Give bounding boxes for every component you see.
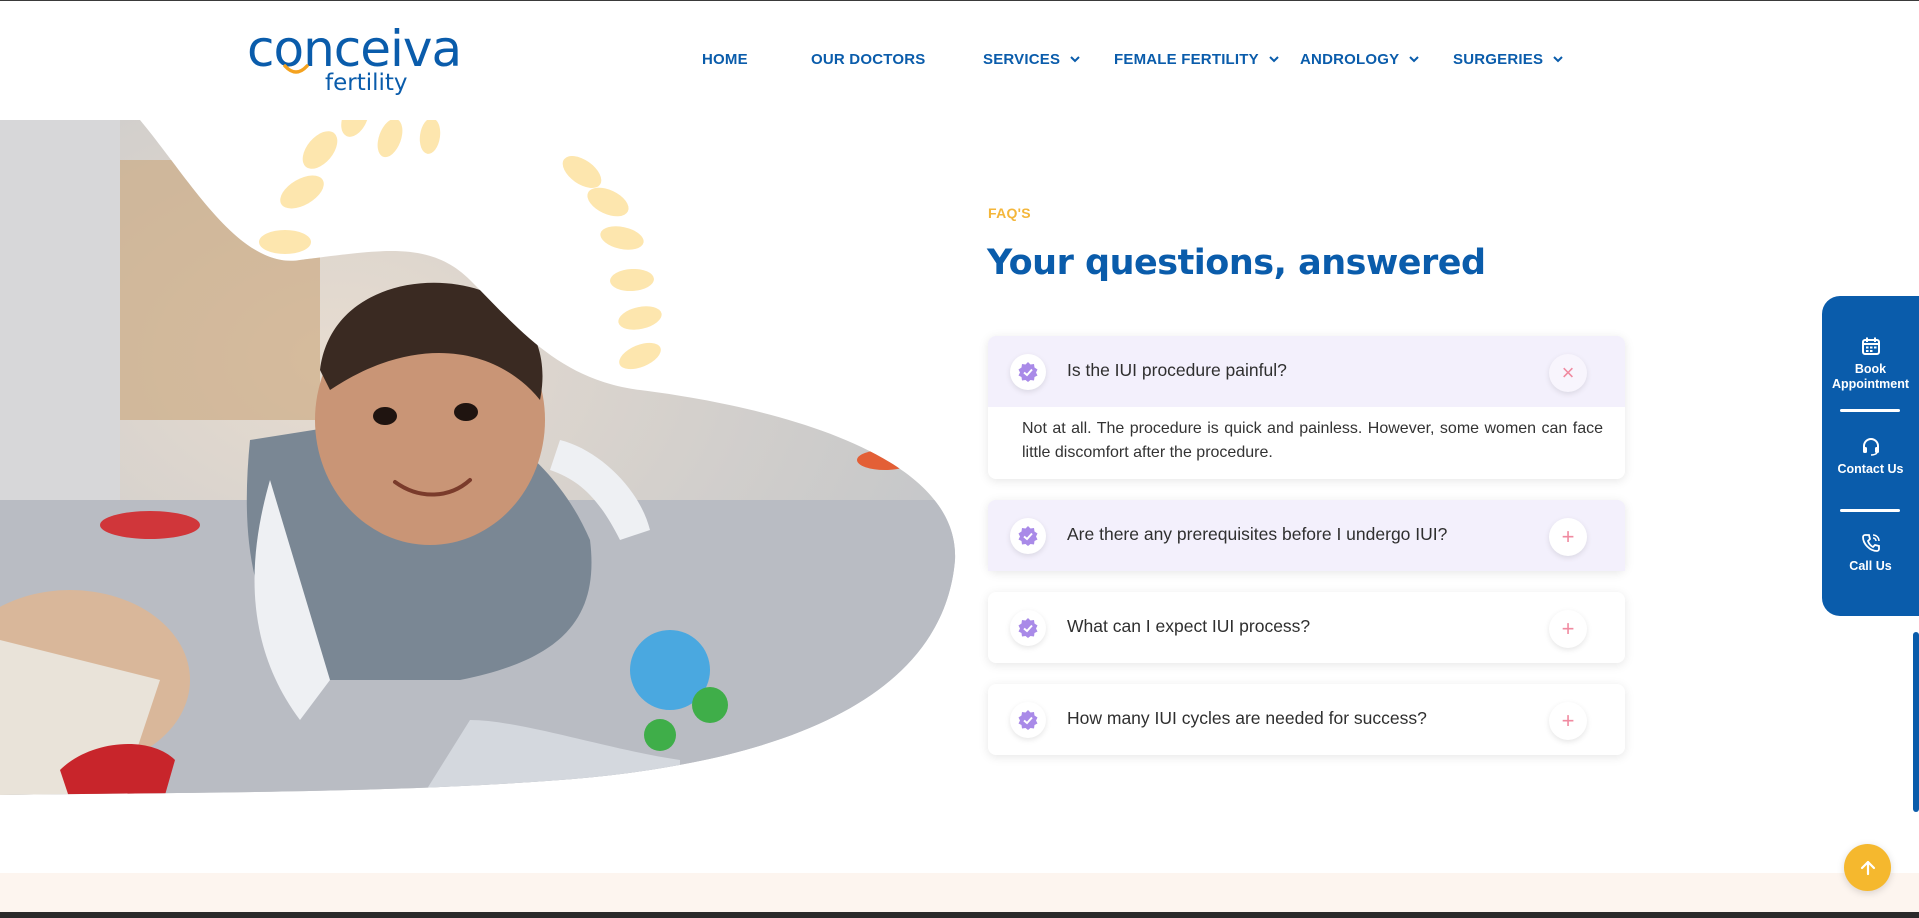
- logo[interactable]: conceiva fertility: [247, 19, 487, 99]
- nav-our-doctors[interactable]: OUR DOCTORS: [811, 51, 925, 68]
- bottom-rule: [0, 912, 1919, 918]
- faq-title: Your questions, answered: [987, 243, 1486, 283]
- nav-home[interactable]: HOME: [702, 51, 748, 68]
- faq-question-row[interactable]: Are there any prerequisites before I und…: [988, 500, 1625, 571]
- divider: [1840, 409, 1900, 412]
- faq-question: How many IUI cycles are needed for succe…: [1067, 708, 1427, 728]
- check-badge-icon: [1010, 518, 1046, 554]
- headset-icon: [1862, 438, 1879, 456]
- chevron-down-icon: [1269, 56, 1279, 63]
- phone-icon: [1861, 534, 1880, 552]
- plus-icon[interactable]: +: [1549, 610, 1587, 648]
- nav-surgeries[interactable]: SURGERIES: [1453, 51, 1563, 68]
- check-badge-icon: [1010, 702, 1046, 738]
- arrow-up-icon: [1860, 860, 1875, 875]
- chevron-down-icon: [1070, 56, 1080, 63]
- plus-icon[interactable]: +: [1549, 518, 1587, 556]
- nav-andrology-label: ANDROLOGY: [1300, 51, 1400, 68]
- contact-us-label: Contact Us: [1837, 462, 1904, 476]
- faq-question-row[interactable]: What can I expect IUI process? +: [988, 592, 1625, 663]
- faq-question-row[interactable]: Is the IUI procedure painful? ×: [988, 336, 1625, 407]
- scrollbar-thumb[interactable]: [1913, 632, 1919, 812]
- logo-smile-icon: [283, 64, 309, 74]
- book-appointment-label: Book Appointment: [1831, 362, 1910, 391]
- divider: [1840, 509, 1900, 512]
- nav-our-doctors-label: OUR DOCTORS: [811, 51, 926, 68]
- call-us-label: Call Us: [1849, 559, 1892, 573]
- close-icon[interactable]: ×: [1549, 354, 1587, 392]
- chevron-down-icon: [1553, 56, 1563, 63]
- nav-services[interactable]: SERVICES: [983, 51, 1080, 68]
- nav-female-fertility-label: FEMALE FERTILITY: [1114, 51, 1259, 68]
- logo-subtitle: fertility: [325, 70, 408, 96]
- faq-item-cycles-needed[interactable]: How many IUI cycles are needed for succe…: [988, 684, 1625, 755]
- plus-icon[interactable]: +: [1549, 702, 1587, 740]
- check-badge-icon: [1010, 610, 1046, 646]
- faq-eyebrow: FAQ'S: [988, 205, 1031, 221]
- check-badge-icon: [1010, 354, 1046, 390]
- call-us-button[interactable]: Call Us: [1822, 533, 1919, 574]
- faq-item-iui-painful: Is the IUI procedure painful? × Not at a…: [988, 336, 1625, 479]
- faq-question-row[interactable]: How many IUI cycles are needed for succe…: [988, 684, 1625, 755]
- faq-question: Are there any prerequisites before I und…: [1067, 524, 1448, 544]
- back-to-top-button[interactable]: [1844, 844, 1891, 891]
- nav-surgeries-label: SURGERIES: [1453, 51, 1544, 68]
- site-header: conceiva fertility HOME OUR DOCTORS SERV…: [0, 1, 1919, 120]
- faq-question: Is the IUI procedure painful?: [1067, 360, 1287, 380]
- nav-home-label: HOME: [702, 51, 748, 68]
- hero-photo: [0, 120, 956, 795]
- faq-item-expect-process[interactable]: What can I expect IUI process? +: [988, 592, 1625, 663]
- footer-band: [0, 873, 1919, 913]
- nav-services-label: SERVICES: [983, 51, 1061, 68]
- book-appointment-button[interactable]: Book Appointment: [1822, 336, 1919, 392]
- quick-actions-widget: Book Appointment Contact Us Call Us: [1822, 296, 1919, 616]
- nav-female-fertility[interactable]: FEMALE FERTILITY: [1114, 51, 1279, 68]
- faq-question: What can I expect IUI process?: [1067, 616, 1311, 636]
- nav-andrology[interactable]: ANDROLOGY: [1300, 51, 1420, 68]
- chevron-down-icon: [1409, 56, 1420, 63]
- calendar-icon: [1861, 337, 1880, 355]
- contact-us-button[interactable]: Contact Us: [1822, 436, 1919, 477]
- faq-answer: Not at all. The procedure is quick and p…: [1022, 420, 1603, 461]
- faq-item-prerequisites[interactable]: Are there any prerequisites before I und…: [988, 500, 1625, 571]
